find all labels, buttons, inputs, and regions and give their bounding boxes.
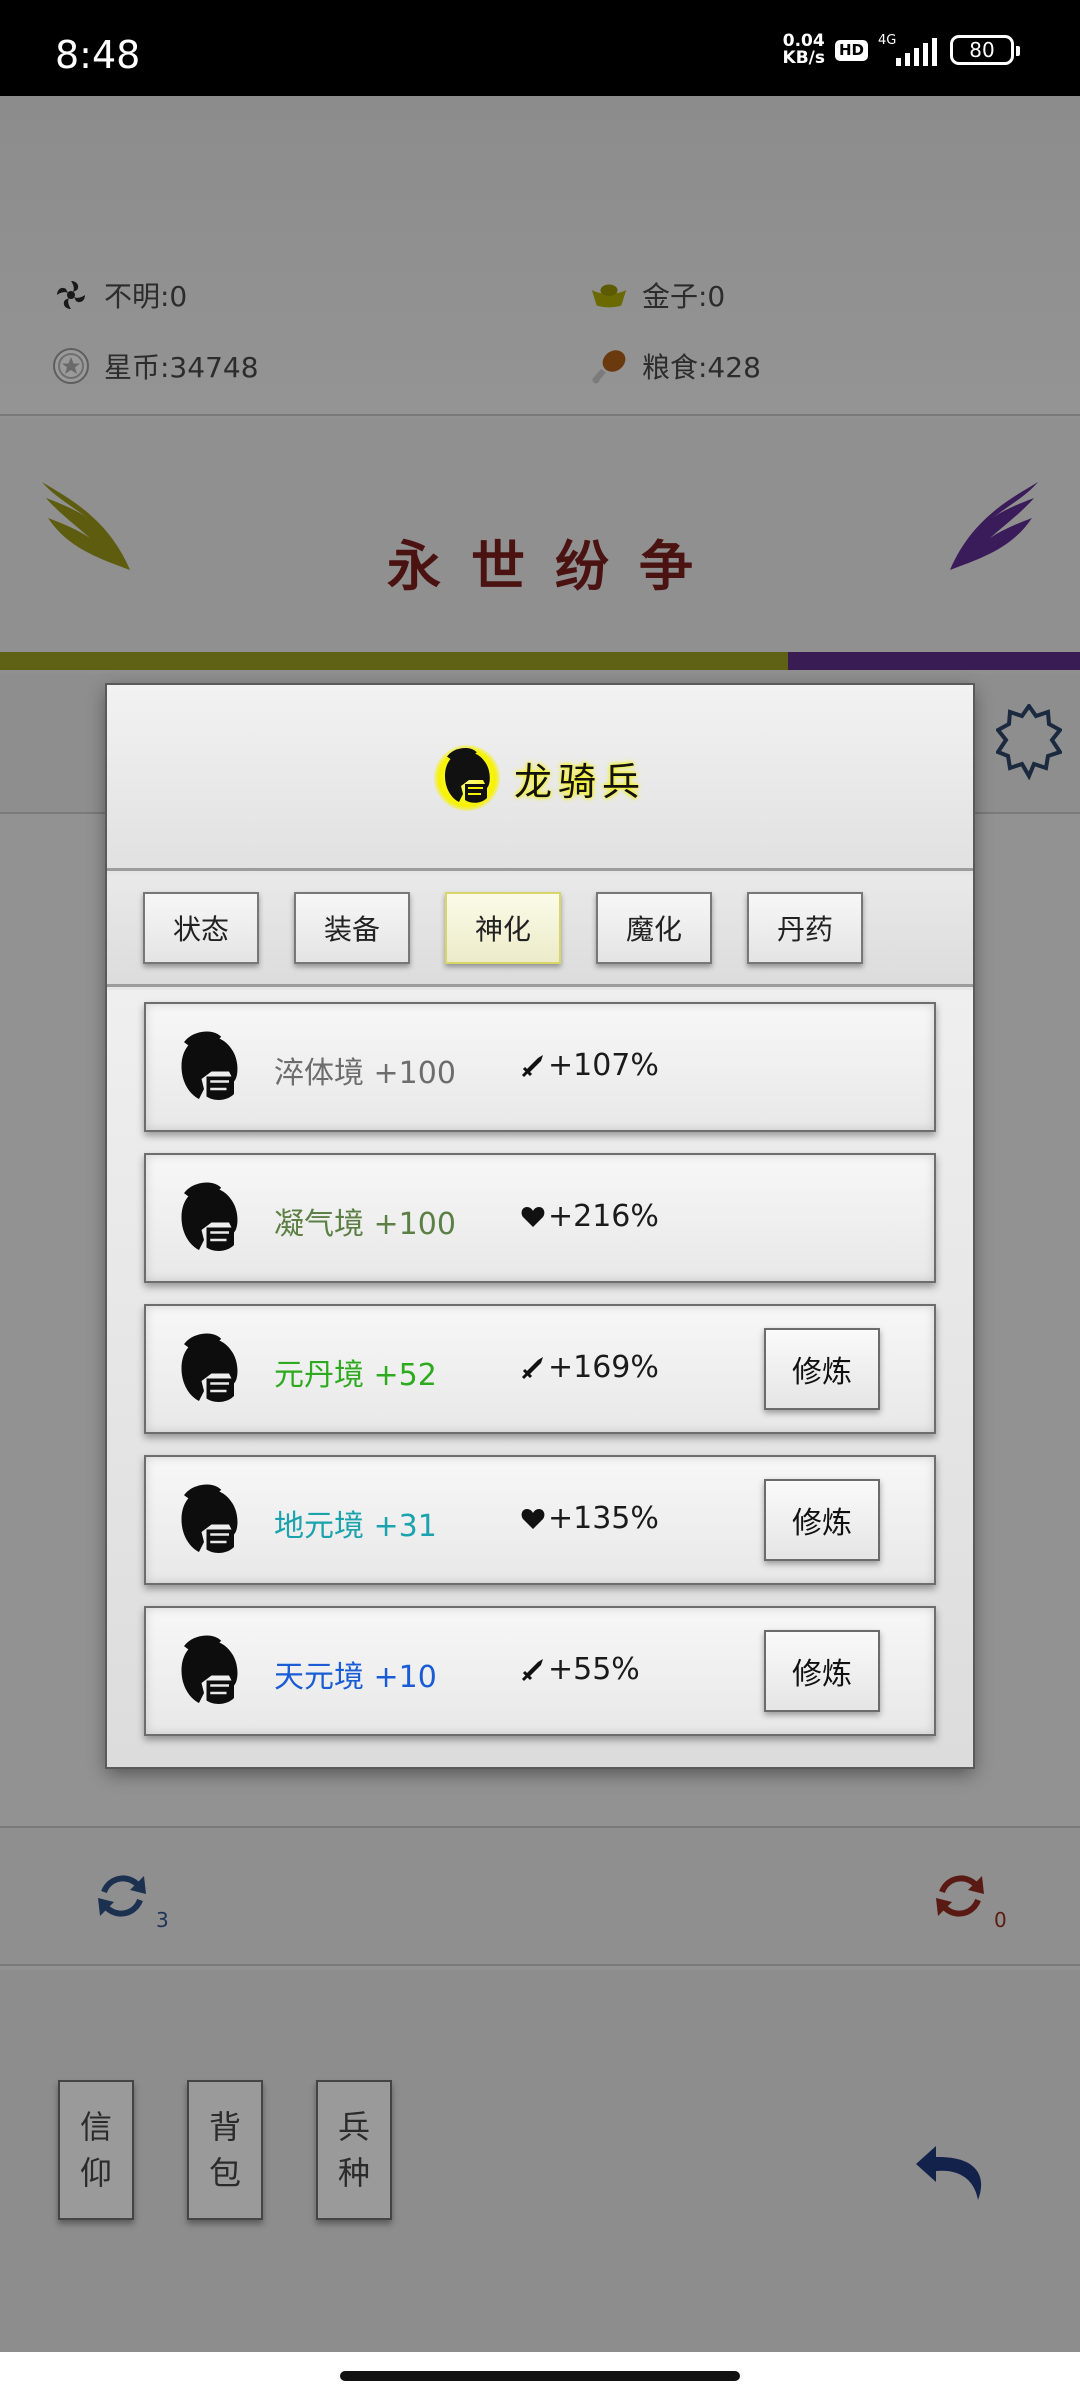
modal-header: 龙骑兵: [107, 685, 973, 871]
battery-level: 80: [969, 38, 995, 62]
faction-progress-bar: [0, 652, 1080, 670]
realm-stat: +169%: [520, 1350, 659, 1385]
battery-icon: 80: [950, 35, 1020, 65]
tab-deify-label: 神化: [474, 913, 531, 946]
refresh-right[interactable]: 0: [930, 1866, 1007, 1932]
resource-food-label: 粮食:428: [642, 351, 761, 384]
tab-demonize-label: 魔化: [625, 913, 682, 946]
resource-unknown-label: 不明:0: [104, 280, 188, 313]
home-indicator[interactable]: [340, 2371, 740, 2381]
network-speed-unit: KB/s: [782, 48, 825, 68]
right-wing-icon: [950, 482, 1038, 570]
refresh-left[interactable]: 3: [92, 1866, 169, 1932]
realm-stat-value: +107%: [548, 1048, 659, 1083]
cultivate-button[interactable]: 修炼: [764, 1479, 880, 1561]
realm-name: 天元境 +10: [274, 1660, 437, 1695]
troops-button[interactable]: 兵 种: [316, 2080, 392, 2220]
signal-icon: 4G: [878, 34, 940, 66]
refresh-right-icon[interactable]: [930, 1866, 990, 1926]
troops-button-label-1: 兵: [337, 2108, 370, 2146]
list-item: 淬体境 +100 +107%: [144, 1002, 936, 1132]
list-item: 天元境 +10 +55% 修炼: [144, 1606, 936, 1736]
realm-name: 地元境 +31: [274, 1509, 437, 1544]
troops-button-label-2: 种: [337, 2154, 370, 2192]
resource-gold-label: 金子:0: [642, 280, 726, 313]
back-arrow-icon[interactable]: [912, 2140, 992, 2206]
knight-helmet-icon: [181, 1484, 238, 1553]
unit-detail-modal: 龙骑兵 状态 装备 神化 魔化 丹药 淬体境 +100 +107% 凝气境 +1…: [107, 685, 973, 1767]
tab-demonize[interactable]: 魔化: [596, 892, 712, 964]
hd-icon: HD: [834, 39, 868, 61]
list-item: 地元境 +31 +135% 修炼: [144, 1455, 936, 1585]
progress-remaining: [788, 652, 1080, 670]
realm-stat-value: +135%: [548, 1501, 659, 1536]
refresh-left-icon[interactable]: [92, 1866, 152, 1926]
tab-equipment[interactable]: 装备: [294, 892, 410, 964]
gold-ingot-icon: [590, 276, 628, 314]
resource-unknown: 不明:0: [52, 275, 187, 315]
settings-gear-icon[interactable]: [996, 704, 1062, 780]
faith-button-label-2: 仰: [79, 2154, 112, 2192]
resource-star-coin: 星币:34748: [52, 346, 259, 386]
realm-name: 元丹境 +52: [274, 1358, 437, 1393]
network-speed: 0.04 KB/s: [783, 33, 825, 67]
refresh-left-count: 3: [156, 1908, 169, 1932]
modal-title-text: 龙骑兵: [513, 759, 646, 804]
swirl-icon: [52, 276, 90, 314]
faith-button-label-1: 信: [79, 2108, 112, 2146]
tab-status[interactable]: 状态: [143, 892, 259, 964]
tab-pills[interactable]: 丹药: [747, 892, 863, 964]
heart-icon: [520, 1204, 546, 1230]
tab-pills-label: 丹药: [776, 913, 833, 946]
status-time: 8:48: [55, 33, 141, 77]
bottom-menu: 信 仰 背 包 兵 种: [0, 1970, 1080, 2400]
tab-equipment-label: 装备: [323, 913, 380, 946]
knight-helmet-icon: [181, 1333, 238, 1402]
status-bar: 8:48 0.04 KB/s HD 4G 80: [0, 0, 1080, 96]
realm-list: 淬体境 +100 +107% 凝气境 +100 +216% 元丹境 +52 +1…: [107, 990, 973, 1767]
list-item: 元丹境 +52 +169% 修炼: [144, 1304, 936, 1434]
realm-name: 凝气境 +100: [274, 1207, 456, 1242]
status-icons: 0.04 KB/s HD 4G 80: [783, 30, 1020, 70]
sword-icon: [520, 1053, 546, 1079]
resource-panel: 不明:0 金子:0 星币:34748 粮食:428: [0, 96, 1080, 416]
list-item: 凝气境 +100 +216%: [144, 1153, 936, 1283]
sword-icon: [520, 1657, 546, 1683]
faith-button[interactable]: 信 仰: [58, 2080, 134, 2220]
realm-stat: +55%: [520, 1652, 640, 1687]
knight-helmet-icon: [433, 745, 500, 811]
tab-status-label: 状态: [172, 913, 229, 946]
modal-title: 龙骑兵: [107, 745, 973, 811]
backpack-button-label-2: 包: [208, 2154, 241, 2192]
progress-fill: [0, 652, 789, 670]
backpack-button[interactable]: 背 包: [187, 2080, 263, 2220]
network-type: 4G: [878, 33, 897, 48]
heart-icon: [520, 1506, 546, 1532]
knight-helmet-icon: [181, 1635, 238, 1704]
backpack-button-label-1: 背: [208, 2108, 241, 2146]
realm-stat-value: +55%: [548, 1652, 640, 1687]
knight-helmet-icon: [181, 1031, 238, 1100]
realm-stat: +216%: [520, 1199, 659, 1234]
sword-icon: [520, 1355, 546, 1381]
resource-gold: 金子:0: [590, 275, 725, 315]
cultivate-button[interactable]: 修炼: [764, 1630, 880, 1712]
resource-food: 粮食:428: [590, 346, 761, 386]
knight-helmet-icon: [181, 1182, 238, 1251]
cultivate-button[interactable]: 修炼: [764, 1328, 880, 1410]
realm-stat: +107%: [520, 1048, 659, 1083]
resource-star-coin-label: 星币:34748: [104, 351, 259, 384]
meat-leg-icon: [590, 347, 628, 385]
tab-deify[interactable]: 神化: [445, 892, 561, 964]
realm-stat: +135%: [520, 1501, 659, 1536]
realm-stat-value: +169%: [548, 1350, 659, 1385]
realm-stat-value: +216%: [548, 1199, 659, 1234]
realm-name: 淬体境 +100: [274, 1056, 456, 1091]
refresh-right-count: 0: [994, 1908, 1007, 1932]
star-coin-icon: [52, 347, 90, 385]
refresh-bar: 3 0: [0, 1826, 1080, 1966]
game-title: 永世纷争: [387, 535, 723, 598]
